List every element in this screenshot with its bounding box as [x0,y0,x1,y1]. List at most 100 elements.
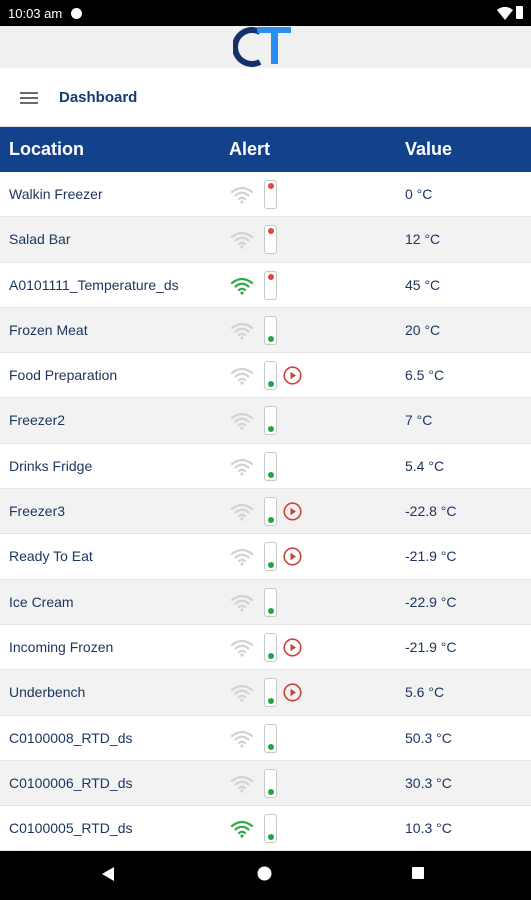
wifi-signal-icon [230,503,254,521]
table-row[interactable]: Food Preparation 6.5 °C [0,353,531,399]
table-row[interactable]: Incoming Frozen -21.9 °C [0,624,531,671]
wifi-signal-icon [230,458,254,476]
traffic-light-green-icon [264,406,277,436]
traffic-light-green-icon [264,632,277,662]
value-cell: 50.3 °C [405,729,452,746]
value-cell: -21.9 °C [405,638,457,655]
wifi-signal-icon [230,594,254,612]
location-cell: Freezer3 [9,503,66,520]
value-cell: 5.6 °C [405,684,445,701]
table-row[interactable]: C0100008_RTD_ds 50.3 °C [0,715,531,761]
wifi-signal-icon [230,277,254,295]
back-triangle-icon[interactable] [101,866,115,882]
table-row[interactable]: Freezer3 -22.8 °C [0,489,531,535]
traffic-light-green-icon [264,768,277,798]
traffic-light-red-icon [264,225,277,255]
table-row[interactable]: A0101111_Temperature_ds 45 °C [0,262,531,308]
value-cell: 20 °C [405,321,441,338]
location-cell: Freezer2 [9,412,66,429]
value-cell: 7 °C [405,412,433,429]
brand-header [0,26,531,68]
value-cell: 5.4 °C [405,457,445,474]
play-icon[interactable] [283,638,302,657]
table-row[interactable]: Drinks Fridge 5.4 °C [0,443,531,490]
traffic-light-red-icon [264,180,277,209]
table-body: Walkin Freezer 0 °C Salad Bar 12 °C A0101111… [0,172,531,852]
column-header-value: Value [405,139,453,159]
table-row[interactable]: C0100006_RTD_ds 30.3 °C [0,760,531,807]
wifi-icon [497,7,513,20]
location-cell: C0100006_RTD_ds [9,774,133,791]
location-cell: A0101111_Temperature_ds [9,276,179,293]
value-cell: -22.9 °C [405,593,457,610]
location-cell: C0100008_RTD_ds [9,729,133,746]
traffic-light-green-icon [264,497,277,527]
wifi-signal-icon [230,639,254,657]
location-cell: Ice Cream [9,593,74,610]
table-row[interactable]: Salad Bar 12 °C [0,217,531,263]
home-circle-icon[interactable] [257,866,272,881]
traffic-light-green-icon [264,678,277,708]
wifi-signal-icon [230,413,254,431]
page-title: Dashboard [59,89,138,106]
wifi-signal-icon [230,368,254,385]
location-cell: Walkin Freezer [9,186,103,202]
column-header-location: Location [9,139,84,159]
table-row[interactable]: C0100005_RTD_ds 10.3 °C [0,806,531,852]
table-row[interactable]: Underbench 5.6 °C [0,670,531,716]
traffic-light-green-icon [264,814,277,844]
recents-square-icon[interactable] [411,866,425,880]
value-cell: 10.3 °C [405,820,452,837]
traffic-light-green-icon [264,451,277,481]
table-row[interactable]: Ice Cream -22.9 °C [0,579,531,625]
play-icon[interactable] [283,683,302,702]
table-row[interactable]: Frozen Meat 20 °C [0,307,531,354]
traffic-light-green-icon [264,542,277,572]
app-screen: 10:03 am Dashboard Location Alert Value … [0,0,531,900]
wifi-signal-icon [230,821,254,838]
value-cell: 45 °C [405,276,441,293]
wifi-signal-icon [230,322,254,340]
play-icon[interactable] [283,547,302,566]
company-logo [233,27,291,67]
location-cell: Drinks Fridge [9,457,93,474]
value-cell: 6.5 °C [405,367,445,384]
value-cell: 30.3 °C [405,774,452,791]
table-row[interactable]: Walkin Freezer 0 °C [0,172,531,218]
traffic-light-green-icon [264,361,277,391]
location-cell: Underbench [9,684,86,701]
column-header-alert: Alert [229,139,271,159]
location-cell: Food Preparation [9,367,118,384]
status-bar: 10:03 am [0,0,531,26]
hamburger-menu-icon[interactable] [20,92,38,104]
wifi-signal-icon [230,186,254,204]
wifi-signal-icon [230,549,254,566]
location-cell: Frozen Meat [9,321,88,338]
app-bar: Dashboard [0,68,531,127]
wifi-signal-icon [230,730,254,748]
traffic-light-red-icon [264,270,277,300]
play-icon[interactable] [283,502,302,521]
pocket-cast-icon [71,8,82,19]
table-header: Location Alert Value [0,127,531,172]
value-cell: 0 °C [405,186,433,202]
value-cell: -22.8 °C [405,503,457,520]
traffic-light-green-icon [264,723,277,753]
wifi-signal-icon [230,685,254,702]
traffic-light-green-icon [264,315,277,345]
location-cell: C0100005_RTD_ds [9,820,133,837]
status-time: 10:03 am [8,6,63,21]
play-icon[interactable] [283,366,302,385]
value-cell: -21.9 °C [405,548,457,565]
system-nav-bar [0,851,531,900]
wifi-signal-icon [230,232,254,249]
location-cell: Ready To Eat [9,548,93,565]
battery-icon [516,6,523,19]
location-cell: Incoming Frozen [9,638,114,655]
wifi-signal-icon [230,775,254,793]
value-cell: 12 °C [405,231,441,248]
table-row[interactable]: Freezer2 7 °C [0,398,531,444]
table-row[interactable]: Ready To Eat -21.9 °C [0,534,531,580]
location-cell: Salad Bar [9,231,71,248]
traffic-light-green-icon [264,587,277,617]
